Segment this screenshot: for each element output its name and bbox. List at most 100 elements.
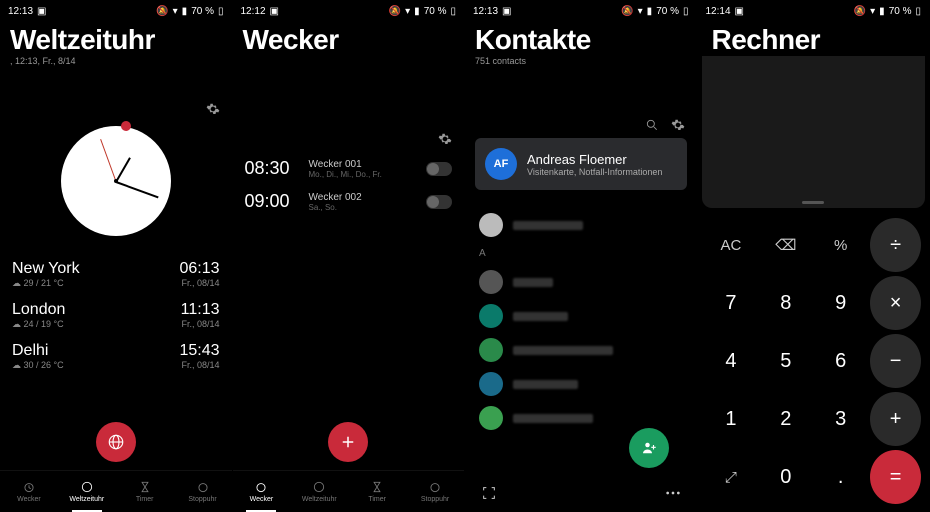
alarm-row[interactable]: 09:00 Wecker 002Sa., So. [233, 185, 465, 218]
key-4[interactable]: 4 [706, 334, 757, 388]
page-title: Wecker [233, 18, 465, 56]
contact-row[interactable] [465, 208, 697, 242]
page-title: Weltzeituhr [0, 18, 232, 56]
page-subtitle: 751 contacts [465, 56, 697, 66]
more-icon[interactable] [665, 491, 681, 495]
key-multiply[interactable]: × [870, 276, 921, 330]
alarm-toggle[interactable] [426, 195, 452, 209]
plus-icon [339, 433, 357, 451]
tab-weltzeituhr[interactable]: Weltzeituhr [58, 471, 116, 512]
key-2[interactable]: 2 [760, 392, 811, 446]
tab-wecker[interactable]: Wecker [233, 471, 291, 512]
key-equals[interactable]: = [870, 450, 921, 504]
battery-icon: ▯ [915, 6, 921, 17]
city-row[interactable]: New York☁ 29 / 21 °C 06:13Fr., 08/14 [0, 254, 232, 295]
city-temp: ☁ 29 / 21 °C [12, 278, 80, 289]
city-name: London [12, 301, 65, 319]
city-row[interactable]: Delhi☁ 30 / 26 °C 15:43Fr., 08/14 [0, 336, 232, 377]
key-0[interactable]: 0 [760, 450, 811, 504]
contact-avatar [479, 270, 503, 294]
battery-text: 70 % [889, 6, 912, 17]
key-expand[interactable]: ⤢ [706, 450, 757, 504]
key-ac[interactable]: AC [706, 218, 757, 272]
key-9[interactable]: 9 [815, 276, 866, 330]
city-name: New York [12, 260, 80, 278]
globe-icon [107, 433, 125, 451]
wifi-icon: ▾ [173, 6, 178, 17]
screen-calculator: 12:14▣ 🔕▾▮70 %▯ Rechner AC ⌫ % ÷ 7 8 9 ×… [698, 0, 930, 512]
key-add[interactable]: + [870, 392, 921, 446]
contact-avatar [479, 372, 503, 396]
key-1[interactable]: 1 [706, 392, 757, 446]
screenshot-icon: ▣ [270, 6, 279, 17]
city-time: 06:13 [179, 260, 219, 278]
alarm-label: Wecker 002 [309, 192, 417, 203]
alarm-icon [254, 480, 268, 494]
tab-stoppuhr[interactable]: Stoppuhr [174, 471, 232, 512]
contact-name-blurred [513, 221, 583, 230]
key-delete[interactable]: ⌫ [760, 218, 811, 272]
key-5[interactable]: 5 [760, 334, 811, 388]
key-percent[interactable]: % [815, 218, 866, 272]
contact-name-blurred [513, 312, 568, 321]
tab-label: Timer [368, 496, 386, 503]
battery-icon: ▯ [683, 6, 689, 17]
settings-icon[interactable] [438, 132, 452, 146]
tab-timer[interactable]: Timer [116, 471, 174, 512]
stopwatch-icon [196, 480, 210, 494]
add-alarm-fab[interactable] [328, 422, 368, 462]
key-7[interactable]: 7 [706, 276, 757, 330]
city-time: 15:43 [179, 342, 219, 360]
alarm-toggle[interactable] [426, 162, 452, 176]
calc-display [702, 56, 926, 208]
key-divide[interactable]: ÷ [870, 218, 921, 272]
key-8[interactable]: 8 [760, 276, 811, 330]
profile-card[interactable]: AF Andreas FloemerVisitenkarte, Notfall-… [475, 138, 687, 190]
alarm-row[interactable]: 08:30 Wecker 001Mo., Di., Mi., Do., Fr. [233, 152, 465, 185]
battery-text: 70 % [656, 6, 679, 17]
drag-handle[interactable] [802, 201, 824, 204]
screenshot-icon: ▣ [502, 6, 511, 17]
alarm-icon [22, 480, 36, 494]
tab-label: Weltzeituhr [302, 496, 337, 503]
key-3[interactable]: 3 [815, 392, 866, 446]
key-subtract[interactable]: − [870, 334, 921, 388]
tab-weltzeituhr[interactable]: Weltzeituhr [290, 471, 348, 512]
wifi-icon: ▾ [870, 6, 875, 17]
key-dot[interactable]: . [815, 450, 866, 504]
city-date: Fr., 08/14 [179, 360, 219, 370]
contact-row[interactable] [465, 333, 697, 367]
key-6[interactable]: 6 [815, 334, 866, 388]
add-contact-fab[interactable] [629, 428, 669, 468]
search-icon[interactable] [645, 118, 659, 132]
clock-hub [114, 179, 118, 183]
contact-row[interactable] [465, 401, 697, 435]
contact-row[interactable] [465, 299, 697, 333]
dnd-icon: 🔕 [156, 6, 168, 17]
signal-icon: ▮ [182, 6, 188, 17]
signal-icon: ▮ [879, 6, 885, 17]
contact-row[interactable] [465, 265, 697, 299]
contact-row[interactable] [465, 367, 697, 401]
screen-world-clock: 12:13▣ 🔕▾▮70 %▯ Weltzeituhr , 12:13, Fr.… [0, 0, 233, 512]
hourglass-icon [138, 480, 152, 494]
section-header: A [465, 242, 697, 265]
tab-label: Stoppuhr [188, 496, 216, 503]
dnd-icon: 🔕 [389, 6, 401, 17]
city-row[interactable]: London☁ 24 / 19 °C 11:13Fr., 08/14 [0, 295, 232, 336]
scan-icon[interactable] [481, 485, 497, 501]
tab-wecker[interactable]: Wecker [0, 471, 58, 512]
add-city-fab[interactable] [96, 422, 136, 462]
tab-stoppuhr[interactable]: Stoppuhr [406, 471, 464, 512]
screen-alarm: 12:12▣ 🔕▾▮70 %▯ Wecker 08:30 Wecker 001M… [233, 0, 466, 512]
city-temp: ☁ 24 / 19 °C [12, 319, 65, 330]
battery-icon: ▯ [450, 6, 456, 17]
settings-icon[interactable] [671, 118, 685, 132]
stopwatch-icon [428, 480, 442, 494]
contact-name-blurred [513, 414, 593, 423]
alarm-days: Mo., Di., Mi., Do., Fr. [309, 170, 417, 179]
status-time: 12:13 [473, 6, 498, 17]
tab-timer[interactable]: Timer [348, 471, 406, 512]
settings-icon[interactable] [206, 102, 220, 116]
clock-indicator-dot [121, 121, 131, 131]
